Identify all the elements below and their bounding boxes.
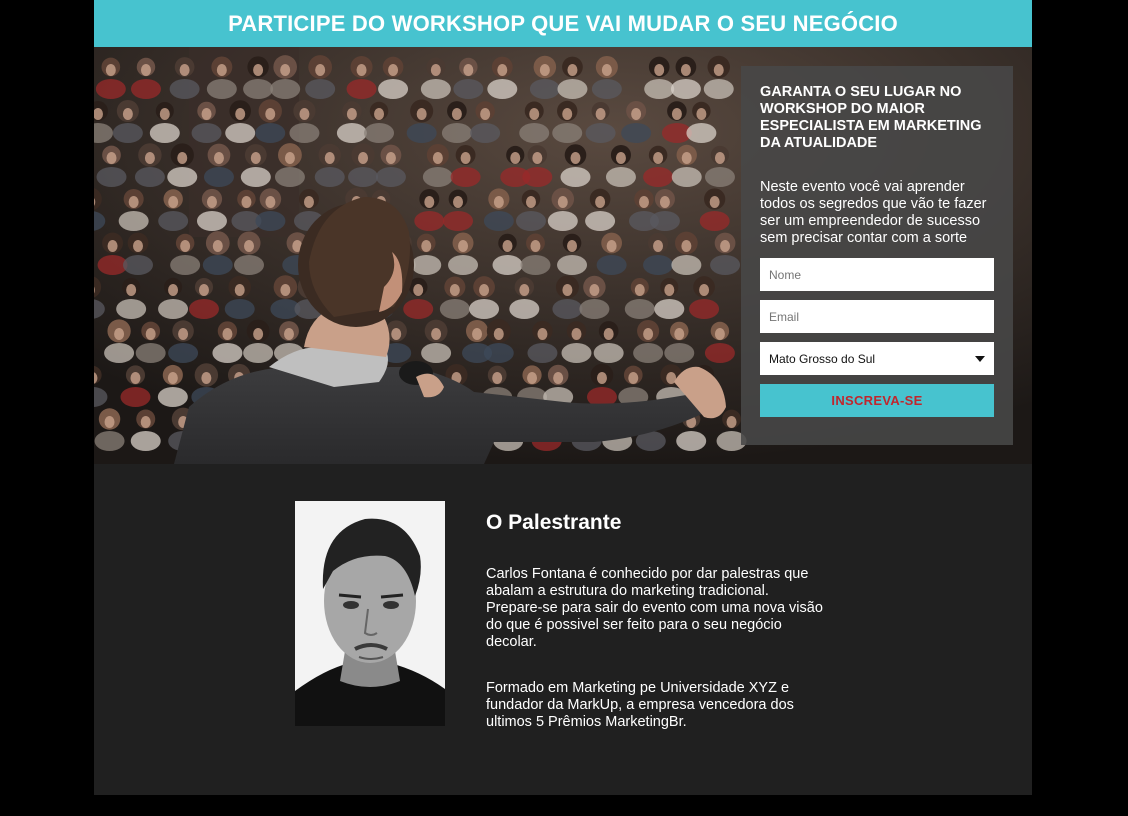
speaker-bio-paragraph-1: Carlos Fontana é conhecido por dar pales…	[486, 566, 823, 650]
speaker-heading: O Palestrante	[486, 511, 622, 534]
chevron-down-icon	[975, 355, 985, 362]
landing-page: PARTICIPE DO WORKSHOP QUE VAI MUDAR O SE…	[94, 0, 1032, 795]
state-select[interactable]: Mato Grosso do Sul	[760, 342, 994, 375]
email-input[interactable]	[760, 300, 994, 333]
state-select-value: Mato Grosso do Sul	[769, 351, 876, 366]
form-description: Neste evento você vai aprender todos os …	[760, 179, 987, 246]
signup-form-panel: GARANTA O SEU LUGAR NO WORKSHOP DO MAIOR…	[741, 66, 1013, 445]
form-title: GARANTA O SEU LUGAR NO WORKSHOP DO MAIOR…	[760, 84, 982, 151]
speaker-section: O Palestrante Carlos Fontana é conhecido…	[94, 464, 1032, 795]
speaker-portrait	[295, 501, 445, 726]
top-banner: PARTICIPE DO WORKSHOP QUE VAI MUDAR O SE…	[94, 0, 1032, 47]
name-input[interactable]	[760, 258, 994, 291]
hero-section: GARANTA O SEU LUGAR NO WORKSHOP DO MAIOR…	[94, 47, 1032, 464]
banner-title: PARTICIPE DO WORKSHOP QUE VAI MUDAR O SE…	[228, 10, 898, 36]
subscribe-button[interactable]: INSCREVA-SE	[760, 384, 994, 417]
speaker-bio-paragraph-2: Formado em Marketing pe Universidade XYZ…	[486, 680, 794, 730]
